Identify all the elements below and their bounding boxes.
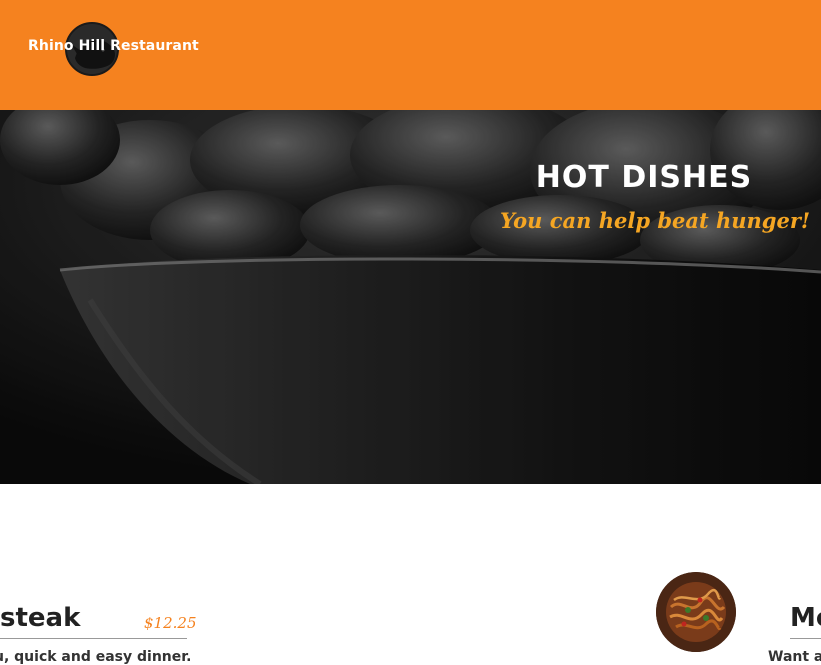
site-header: Rhino Hill Restaurant <box>0 0 821 110</box>
hero-title: HOT DISHES <box>535 160 753 195</box>
menu-item-name: steak <box>0 603 81 633</box>
menu-item-description: Want a <box>768 649 821 665</box>
restaurant-name-link[interactable]: Rhino Hill Restaurant <box>28 38 199 54</box>
hero-subtitle: You can help beat hunger! <box>500 208 811 233</box>
menu-item-divider <box>0 638 187 639</box>
noodle-dish-photo <box>656 572 736 652</box>
hero-banner: HOT DISHES You can help beat hunger! <box>0 110 821 484</box>
menu-item-name: Me <box>790 603 821 633</box>
menu-item-description: u, quick and easy dinner. <box>0 649 192 665</box>
menu-item-divider <box>790 638 821 639</box>
menu-item-price: $12.25 <box>144 614 197 632</box>
